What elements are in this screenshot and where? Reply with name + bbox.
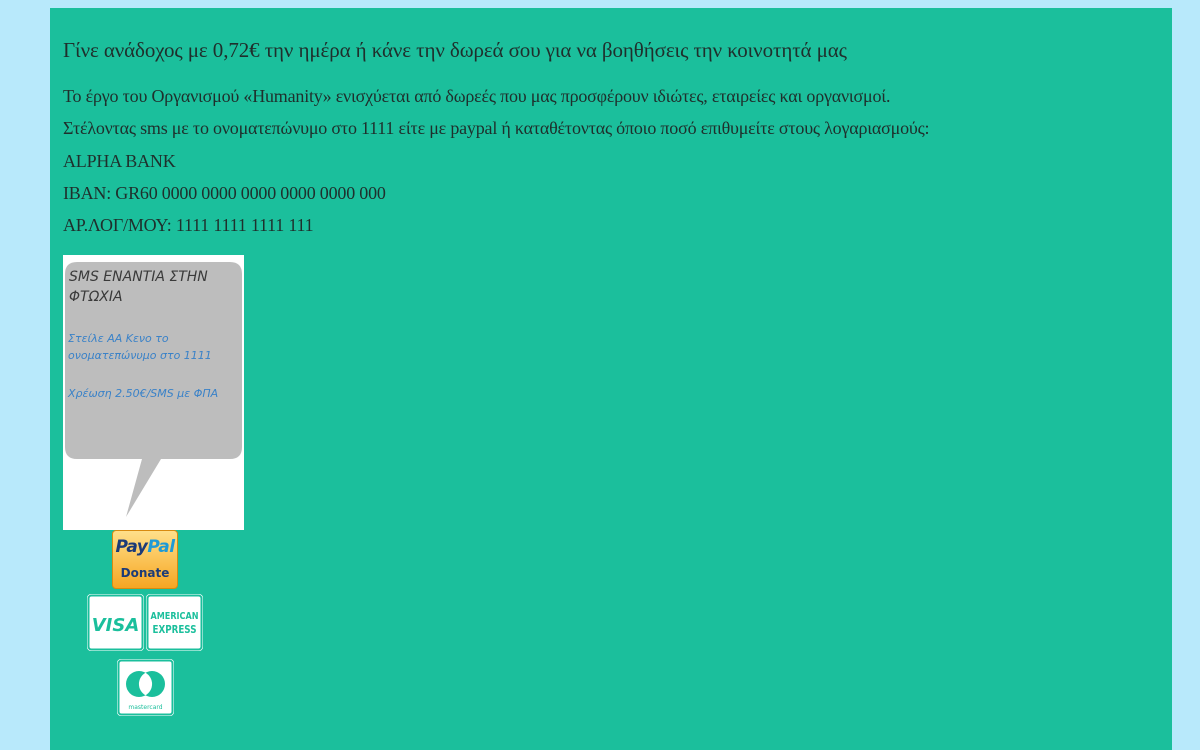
account-number: ΑΡ.ΛΟΓ/ΜΟΥ: 1111 1111 1111 111 bbox=[63, 215, 314, 235]
intro-text: Το έργο του Οργανισμού «Humanity» ενισχύ… bbox=[63, 86, 891, 106]
amex-label-line2: EXPRESS bbox=[153, 624, 197, 636]
bank-name: ALPHA BANK bbox=[63, 151, 176, 171]
page-title: Γίνε ανάδοχος με 0,72€ την ημέρα ή κάνε … bbox=[63, 38, 847, 62]
donation-panel: Γίνε ανάδοχος με 0,72€ την ημέρα ή κάνε … bbox=[50, 8, 1172, 750]
visa-icon: VISA bbox=[87, 594, 144, 651]
sms-instruction: Στείλε ΑΑ Κενο το ονοματεπώνυμο στο 1111 bbox=[68, 332, 212, 362]
paypal-logo-pal: Pal bbox=[147, 537, 175, 557]
mastercard-label: mastercard bbox=[128, 704, 162, 711]
visa-label: VISA bbox=[92, 615, 140, 636]
paypal-logo-pay: Pay bbox=[115, 537, 148, 557]
sms-donation-image: SMS ΕΝΑΝΤΙΑ ΣΤΗΝ ΦΤΩΧΙΑ Στείλε ΑΑ Κενο τ… bbox=[63, 255, 244, 530]
paypal-logo: PayPal bbox=[113, 537, 177, 557]
american-express-icon: AMERICAN EXPRESS bbox=[146, 594, 203, 651]
mastercard-icon: mastercard bbox=[117, 659, 174, 716]
iban-text: IBAN: GR60 0000 0000 0000 0000 0000 000 bbox=[63, 183, 386, 203]
sms-charge: Χρέωση 2.50€/SMS με ΦΠΑ bbox=[68, 387, 219, 400]
amex-label-line1: AMERICAN bbox=[151, 611, 199, 622]
paypal-donate-button[interactable]: PayPal Donate bbox=[112, 530, 178, 589]
donate-label: Donate bbox=[120, 566, 170, 580]
sms-card-title: SMS ΕΝΑΝΤΙΑ ΣΤΗΝ ΦΤΩΧΙΑ bbox=[69, 269, 208, 305]
donation-methods-text: Στέλοντας sms με το ονοματεπώνυμο στο 11… bbox=[63, 118, 930, 138]
